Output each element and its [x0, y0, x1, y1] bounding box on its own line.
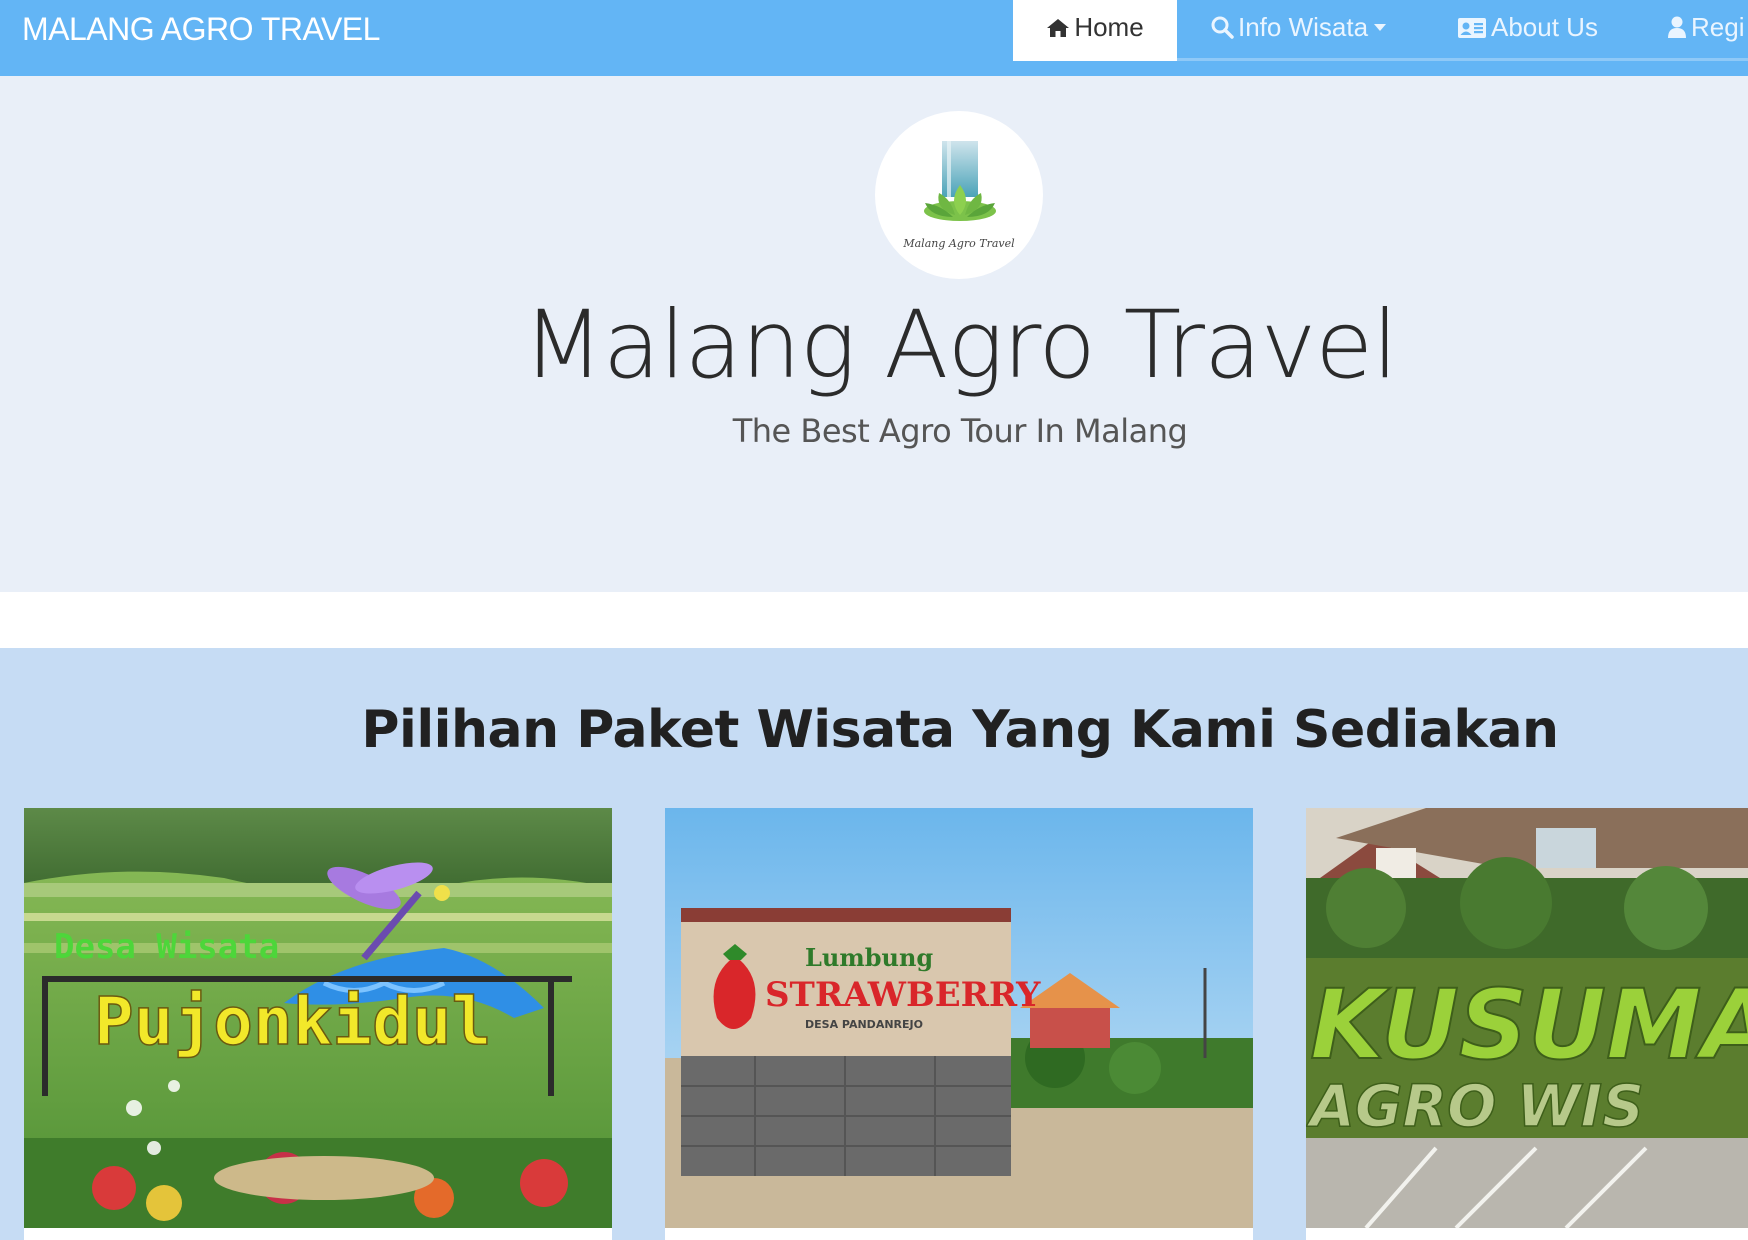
lumbung-strawberry-photo: Lumbung STRAWBERRY DESA PANDANREJO: [665, 808, 1253, 1228]
id-card-icon: [1458, 18, 1486, 38]
chevron-down-icon: [1374, 24, 1387, 31]
nav-register-label: Regi: [1691, 12, 1745, 42]
card-2-sign-sub: DESA PANDANREJO: [805, 1018, 923, 1031]
nav-home[interactable]: Home: [1013, 0, 1177, 61]
site-logo: Malang Agro Travel: [875, 111, 1043, 279]
card-1-sign-top: Desa Wisata: [54, 927, 279, 967]
page-title: Malang Agro Travel: [522, 291, 1398, 400]
card-2-sign-main: STRAWBERRY: [765, 975, 1041, 1015]
logo-caption: Malang Agro Travel: [903, 237, 1015, 250]
package-card-kusuma-agro[interactable]: KUSUMA AGRO WIS: [1306, 808, 1748, 1240]
nav-about-us-label: About Us: [1491, 12, 1598, 42]
packages-section: Pilihan Paket Wisata Yang Kami Sediakan: [0, 648, 1748, 1240]
home-icon: [1047, 19, 1070, 37]
card-1-sign-main: Pujonkidul: [94, 983, 491, 1060]
nav-info-wisata-label: Info Wisata: [1238, 12, 1369, 42]
navbar: MALANG AGRO TRAVEL Home Info Wisata Abou…: [0, 0, 1748, 76]
card-3-sign-main: KUSUMA: [1310, 969, 1748, 1081]
package-card-pujonkidul[interactable]: Desa Wisata Pujonkidul: [24, 808, 612, 1240]
page-subtitle: The Best Agro Tour In Malang: [732, 412, 1188, 450]
section-title: Pilihan Paket Wisata Yang Kami Sediakan: [361, 700, 1559, 760]
nav-home-label: Home: [1074, 12, 1144, 42]
lotus-logo-icon: [924, 141, 996, 221]
search-icon: [1211, 16, 1234, 39]
user-icon: [1668, 16, 1686, 38]
package-card-lumbung-strawberry[interactable]: Lumbung STRAWBERRY DESA PANDANREJO: [665, 808, 1253, 1240]
card-2-sign-top: Lumbung: [805, 943, 933, 972]
brand-link[interactable]: MALANG AGRO TRAVEL: [22, 0, 380, 58]
card-3-sign-sub: AGRO WIS: [1306, 1072, 1644, 1140]
nav-about-us[interactable]: About Us: [1457, 0, 1598, 61]
nav-register[interactable]: Regi: [1667, 0, 1744, 61]
kusuma-agro-photo: KUSUMA AGRO WIS: [1306, 808, 1748, 1228]
pujonkidul-photo: Desa Wisata Pujonkidul: [24, 808, 612, 1228]
nav-info-wisata[interactable]: Info Wisata: [1210, 0, 1387, 61]
